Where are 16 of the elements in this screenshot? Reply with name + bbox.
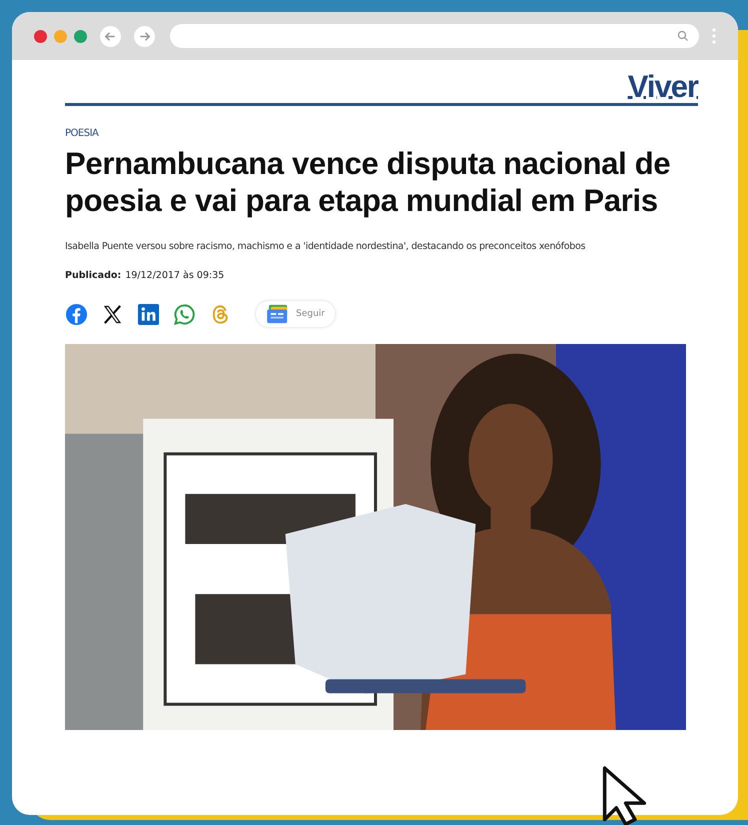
published-label: Publicado: (65, 270, 122, 281)
maximize-dot-icon[interactable] (74, 30, 87, 42)
published-date: 19/12/2017 às 09:35 (125, 270, 224, 281)
article-headline: Pernambucana vence disputa nacional de poesia e vai para etapa mundial em Paris (65, 145, 672, 219)
x-logo-icon[interactable] (101, 302, 124, 326)
minimize-dot-icon[interactable] (54, 30, 67, 42)
site-logo[interactable]: Viver (628, 70, 698, 103)
linkedin-icon[interactable] (137, 302, 160, 326)
whatsapp-icon[interactable] (173, 302, 196, 326)
category-label[interactable]: POESIA (65, 128, 98, 139)
follow-button[interactable]: Seguir (255, 300, 336, 328)
search-icon[interactable] (677, 30, 689, 42)
facebook-icon[interactable] (65, 302, 88, 326)
news-card-icon (266, 304, 290, 324)
article-subtitle: Isabella Puente versou sobre racismo, machismo e a 'identidade nordestina', destacando os preconceitos xenófobos (65, 240, 586, 254)
close-dot-icon[interactable] (34, 30, 47, 42)
